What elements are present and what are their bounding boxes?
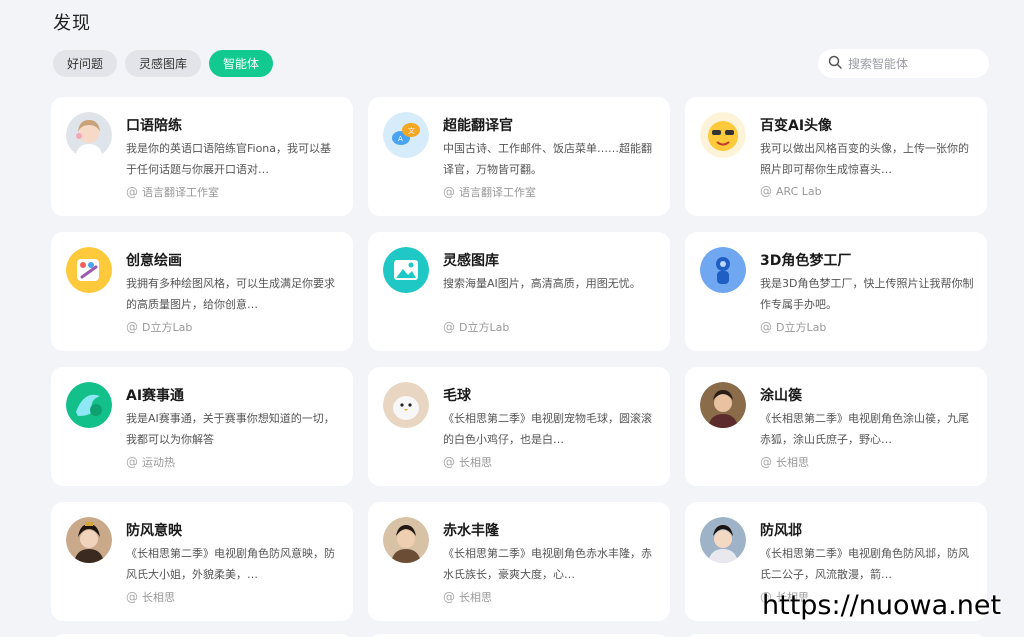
author-name: 语言翻译工作室 <box>459 186 536 199</box>
at-icon: @ <box>443 320 455 334</box>
agent-card-fangfengyiying[interactable]: 防风意映 《长相思第二季》电视剧角色防风意映，防风氏大小姐，外貌柔美，… @ 长相… <box>51 502 353 621</box>
card-description: 我是你的英语口语陪练官Fiona，我可以基于任何话题与你展开口语对… <box>126 142 332 176</box>
card-title: 3D角色梦工厂 <box>760 253 852 269</box>
at-icon: @ <box>760 184 772 198</box>
svg-text:A: A <box>398 135 403 143</box>
card-author: @ 长相思 <box>760 454 809 470</box>
card-title: 创意绘画 <box>126 253 182 269</box>
agent-card-oral-practice[interactable]: 口语陪练 我是你的英语口语陪练官Fiona，我可以基于任何话题与你展开口语对… … <box>51 97 353 216</box>
card-title: 防风意映 <box>126 523 182 539</box>
card-description: 《长相思第二季》电视剧角色防风意映，防风氏大小姐，外貌柔美，… <box>126 547 335 581</box>
card-description: 《长相思第二季》电视剧角色涂山篌，九尾赤狐，涂山氏庶子，野心… <box>760 412 969 446</box>
author-name: 长相思 <box>459 456 492 469</box>
card-author: @ D立方Lab <box>126 319 192 335</box>
author-name: 长相思 <box>776 456 809 469</box>
male-portrait-icon <box>700 382 746 428</box>
card-title: 百变AI头像 <box>760 118 833 134</box>
card-title: 赤水丰隆 <box>443 523 499 539</box>
at-icon: @ <box>760 455 772 469</box>
card-title: 防风邶 <box>760 523 802 539</box>
at-icon: @ <box>126 590 138 604</box>
card-author: @ 运动热 <box>126 454 175 470</box>
card-author: @ 长相思 <box>443 454 492 470</box>
agent-card-creative-painting[interactable]: 创意绘画 我拥有多种绘图风格，可以生成满足你要求的高质量图片，给你创意… @ D立… <box>51 232 353 351</box>
paint-palette-icon <box>66 247 112 293</box>
card-title: 超能翻译官 <box>443 118 513 134</box>
agent-card-inspiration-gallery[interactable]: 灵感图库 搜索海量AI图片，高清高质，用图无忧。 @ D立方Lab <box>368 232 670 351</box>
card-description: 《长相思第二季》电视剧宠物毛球，圆滚滚的白色小鸡仔，也是白… <box>443 412 652 446</box>
card-description: 我可以做出风格百变的头像，上传一张你的照片即可帮你生成惊喜头… <box>760 142 969 176</box>
search-box[interactable] <box>818 49 989 78</box>
author-name: 长相思 <box>142 591 175 604</box>
male-portrait-icon <box>383 517 429 563</box>
3d-figure-icon <box>700 247 746 293</box>
page-title: 发现 <box>53 13 91 34</box>
card-description: 中国古诗、工作邮件、饭店菜单……超能翻译官，万物皆可翻。 <box>443 142 652 176</box>
card-author: @ 语言翻译工作室 <box>443 184 536 200</box>
agent-card-chishuifenglong[interactable]: 赤水丰隆 《长相思第二季》电视剧角色赤水丰隆，赤水氏族长，豪爽大度，心… @ 长相… <box>368 502 670 621</box>
girl-avatar-icon <box>66 112 112 158</box>
category-tabs: 好问题 灵感图库 智能体 <box>53 50 274 77</box>
agent-card-maoqiu[interactable]: 毛球 《长相思第二季》电视剧宠物毛球，圆滚滚的白色小鸡仔，也是白… @ 长相思 <box>368 367 670 486</box>
white-bird-avatar-icon <box>383 382 429 428</box>
card-title: 口语陪练 <box>126 118 182 134</box>
card-description: 《长相思第二季》电视剧角色防风邶，防风氏二公子，风流散漫，箭… <box>760 547 969 581</box>
tab-inspiration-gallery[interactable]: 灵感图库 <box>125 50 202 77</box>
tab-good-questions[interactable]: 好问题 <box>53 50 118 77</box>
at-icon: @ <box>760 320 772 334</box>
card-author: @ 长相思 <box>126 589 175 605</box>
agent-card-ai-sports[interactable]: AI赛事通 我是AI赛事通，关于赛事你想知道的一切，我都可以为你解答 @ 运动热 <box>51 367 353 486</box>
at-icon: @ <box>126 185 138 199</box>
svg-text:文: 文 <box>408 126 415 135</box>
author-name: ARC Lab <box>776 184 822 198</box>
at-icon: @ <box>443 590 455 604</box>
agent-card-ai-avatar[interactable]: 百变AI头像 我可以做出风格百变的头像，上传一张你的照片即可帮你生成惊喜头… @… <box>685 97 987 216</box>
at-icon: @ <box>443 185 455 199</box>
agent-grid: 口语陪练 我是你的英语口语陪练官Fiona，我可以基于任何话题与你展开口语对… … <box>51 97 987 621</box>
author-name: D立方Lab <box>459 321 510 334</box>
card-author: @ D立方Lab <box>760 319 826 335</box>
card-author: @ ARC Lab <box>760 184 822 198</box>
card-description: 我是3D角色梦工厂，快上传照片让我帮你制作专属手办吧。 <box>760 277 974 311</box>
agent-card-super-translator[interactable]: A文 超能翻译官 中国古诗、工作邮件、饭店菜单……超能翻译官，万物皆可翻。 @ 语… <box>368 97 670 216</box>
search-icon <box>828 54 842 73</box>
card-title: 灵感图库 <box>443 253 499 269</box>
female-portrait-icon <box>66 517 112 563</box>
at-icon: @ <box>126 320 138 334</box>
card-author: @ 语言翻译工作室 <box>126 184 219 200</box>
image-gallery-icon <box>383 247 429 293</box>
at-icon: @ <box>126 455 138 469</box>
author-name: D立方Lab <box>142 321 193 334</box>
tab-agents[interactable]: 智能体 <box>209 50 274 77</box>
search-input[interactable] <box>848 56 978 71</box>
watermark: https://nuowa.net <box>762 590 1002 621</box>
author-name: 语言翻译工作室 <box>142 186 219 199</box>
card-title: 毛球 <box>443 388 471 404</box>
sports-logo-icon <box>66 382 112 428</box>
at-icon: @ <box>443 455 455 469</box>
author-name: 长相思 <box>459 591 492 604</box>
card-description: 搜索海量AI图片，高清高质，用图无忧。 <box>443 277 641 290</box>
author-name: 运动热 <box>142 456 175 469</box>
agent-card-tushanhou[interactable]: 涂山篌 《长相思第二季》电视剧角色涂山篌，九尾赤狐，涂山氏庶子，野心… @ 长相思 <box>685 367 987 486</box>
cool-emoji-icon <box>700 112 746 158</box>
card-title: 涂山篌 <box>760 388 802 404</box>
card-description: 《长相思第二季》电视剧角色赤水丰隆，赤水氏族长，豪爽大度，心… <box>443 547 652 581</box>
card-description: 我拥有多种绘图风格，可以生成满足你要求的高质量图片，给你创意… <box>126 277 335 311</box>
card-author: @ 长相思 <box>443 589 492 605</box>
card-author: @ D立方Lab <box>443 319 509 335</box>
male-portrait-icon <box>700 517 746 563</box>
author-name: D立方Lab <box>776 321 827 334</box>
card-title: AI赛事通 <box>126 388 185 404</box>
translate-bubble-icon: A文 <box>383 112 429 158</box>
agent-card-3d-character[interactable]: 3D角色梦工厂 我是3D角色梦工厂，快上传照片让我帮你制作专属手办吧。 @ D立方… <box>685 232 987 351</box>
card-description: 我是AI赛事通，关于赛事你想知道的一切，我都可以为你解答 <box>126 412 335 446</box>
